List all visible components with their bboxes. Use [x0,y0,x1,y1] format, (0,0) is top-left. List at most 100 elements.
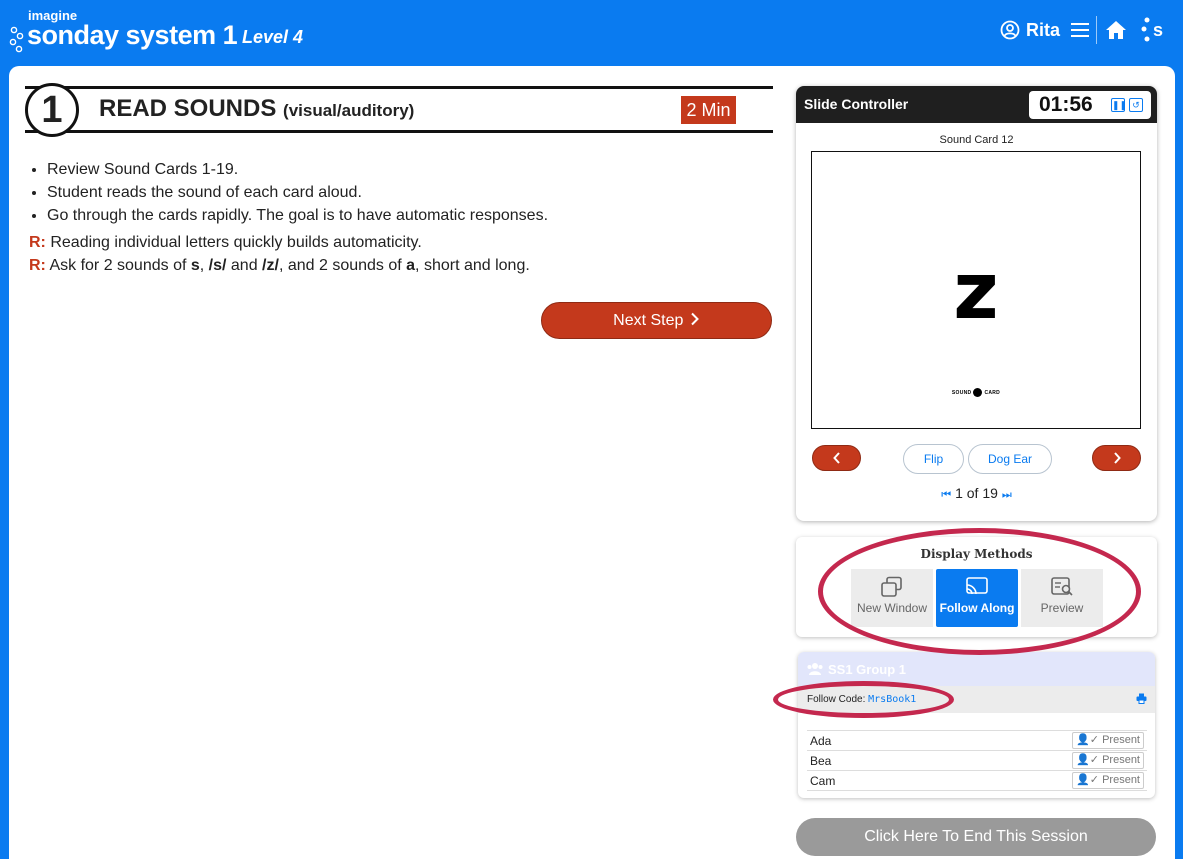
page-total: 19 [982,485,998,501]
preview-label: Preview [1040,601,1084,615]
cast-icon [966,577,988,595]
first-card-icon[interactable]: ⏮ [941,489,951,501]
sound-card-display: z SOUNDCARD 12 [811,151,1141,429]
display-methods-panel: Display Methods New Window Follow Along [796,537,1157,637]
student-name: Ada [807,730,1070,751]
chevron-right-icon [1113,452,1121,464]
svg-text:s: s [1153,20,1163,40]
user-menu[interactable]: Rita [1000,16,1090,44]
new-window-option[interactable]: New Window [851,569,933,627]
instruction-item: Go through the cards rapidly. The goal i… [47,204,769,227]
brand-name: sonday system 1 [27,20,238,50]
student-name: Cam [807,770,1070,791]
brand-dots-icon [9,26,24,53]
print-icon[interactable] [1136,693,1147,704]
slide-controller: Slide Controller 01:56 ❚❚ ↺ Sound Card 1… [796,86,1157,521]
timer-value: 01:56 [1039,93,1093,116]
reason-text-part: and [226,257,263,274]
user-check-icon: 👤✓ [1076,754,1100,766]
display-methods-title: Display Methods [920,547,1033,561]
step-title-text: READ SOUNDS [99,95,277,122]
dog-ear-button[interactable]: Dog Ear [968,444,1052,474]
reason-text-bold: /z/ [262,257,279,274]
next-step-label: Next Step [613,312,684,329]
reason-line-2: R: Ask for 2 sounds of s, /s/ and /z/, a… [29,254,769,277]
step-subtitle: (visual/auditory) [283,101,415,120]
flip-button[interactable]: Flip [903,444,964,474]
end-session-button[interactable]: Click Here To End This Session [796,818,1156,856]
new-window-label: New Window [856,601,928,615]
new-window-icon [881,576,902,597]
group-header: SS1 Group 1 [798,652,1155,686]
attendance-status: Present [1102,754,1140,766]
header-divider [1096,16,1097,44]
user-name: Rita [1026,19,1061,40]
reason-text-part: Ask for 2 sounds of [49,257,191,274]
home-icon[interactable] [1103,16,1129,44]
reason-text-part: , short and long. [415,257,530,274]
follow-along-option[interactable]: Follow Along [936,569,1018,627]
preview-icon [1051,577,1073,596]
sonday-s-logo-icon[interactable]: s [1140,14,1170,46]
attendance-toggle[interactable]: 👤✓ Present [1072,772,1144,789]
timer: 01:56 ❚❚ ↺ [1029,91,1151,119]
follow-code-value[interactable]: MrsBook1 [868,694,916,705]
card-number-dot [973,388,983,397]
sound-card-footer: SOUNDCARD 12 [812,388,1140,397]
brand-logo[interactable]: imagine sonday system 1 Level 4 [8,6,308,56]
step-title: READ SOUNDS (visual/auditory) [99,95,414,123]
chevron-right-icon [691,312,699,326]
sound-card-letter: z [953,247,999,337]
card-foot-left: SOUND [951,389,972,396]
page-current: 1 [955,485,963,501]
table-row: Cam 👤✓ Present [807,770,1147,791]
attendance-status: Present [1102,734,1140,746]
next-step-button[interactable]: Next Step [541,302,772,339]
card-label: Sound Card 12 [939,134,1014,146]
follow-code-label: Follow Code: MrsBook1 [807,694,916,705]
chevron-left-icon [832,452,840,464]
student-group-panel: SS1 Group 1 Follow Code: MrsBook1 Ada 👤✓… [798,652,1155,798]
preview-option[interactable]: Preview [1021,569,1103,627]
group-title: SS1 Group 1 [828,662,907,677]
instruction-item: Review Sound Cards 1-19. [47,158,769,181]
instruction-list: Review Sound Cards 1-19. Student reads t… [29,158,769,227]
pause-icon[interactable]: ❚❚ [1111,98,1127,112]
reset-icon[interactable]: ↺ [1129,98,1143,112]
reason-label: R: [29,234,46,251]
follow-code-bar: Follow Code: MrsBook1 [798,686,1155,713]
table-row: Bea 👤✓ Present [807,750,1147,771]
slide-controller-title: Slide Controller [804,96,909,112]
step-duration-badge: 2 Min [681,96,736,124]
hamburger-menu-icon[interactable] [1070,21,1090,39]
card-pager: ⏮ 1 of 19 ⏭ [796,485,1157,502]
student-table: Ada 👤✓ Present Bea 👤✓ Present Cam 👤✓ Pre… [807,730,1147,791]
reason-text-bold: s [190,257,200,274]
step-number: 1 [25,83,79,137]
reason-text-bold: /s/ [208,257,227,274]
student-name: Bea [807,750,1070,771]
page-of: of [966,485,979,501]
reason-text-bold: a [406,257,416,274]
reason-text-part: , [199,257,209,274]
reason-line-1: R: Reading individual letters quickly bu… [29,231,769,254]
prev-card-button[interactable] [812,445,861,471]
step-header: 1 READ SOUNDS (visual/auditory) 2 Min [25,83,773,137]
level-label: Level 4 [242,27,304,47]
follow-along-label: Follow Along [939,601,1015,615]
attendance-toggle[interactable]: 👤✓ Present [1072,732,1144,749]
main-panel: 1 READ SOUNDS (visual/auditory) 2 Min Re… [9,66,1175,859]
reason-text: Reading individual letters quickly build… [50,234,422,251]
user-circle-icon [1000,20,1020,40]
app-header: imagine sonday system 1 Level 4 Rita s [0,0,1183,66]
reason-text-part: , and 2 sounds of [278,257,407,274]
instruction-item: Student reads the sound of each card alo… [47,181,769,204]
table-row: Ada 👤✓ Present [807,730,1147,751]
user-check-icon: 👤✓ [1076,774,1100,786]
last-card-icon[interactable]: ⏭ [1002,489,1012,501]
attendance-toggle[interactable]: 👤✓ Present [1072,752,1144,769]
reason-label: R: [29,257,46,274]
next-card-button[interactable] [1092,445,1141,471]
follow-code-caption: Follow Code: [807,694,866,705]
user-check-icon: 👤✓ [1076,734,1100,746]
